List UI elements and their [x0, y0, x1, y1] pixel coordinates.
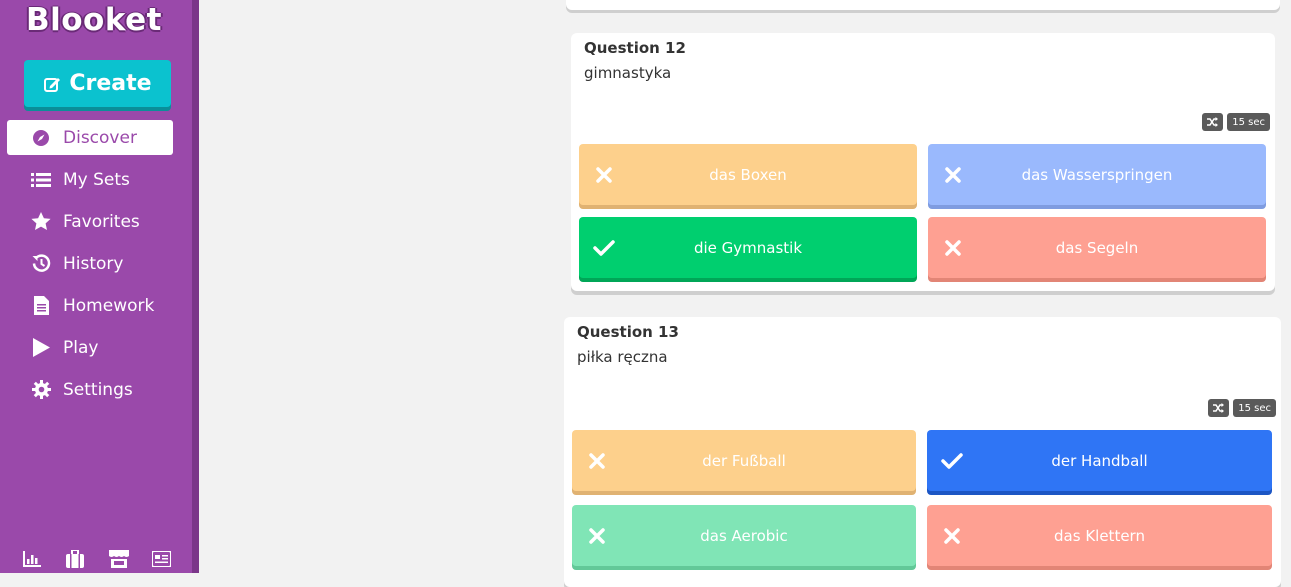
- sidebar-item-label: Settings: [63, 379, 133, 400]
- correct-check-icon: [593, 237, 615, 259]
- answer-option[interactable]: das Segeln: [928, 217, 1266, 278]
- sidebar-item-my-sets[interactable]: My Sets: [7, 162, 173, 197]
- stats-icon[interactable]: [22, 549, 42, 569]
- answer-option[interactable]: das Wasserspringen: [928, 144, 1266, 205]
- create-button-label: Create: [69, 71, 152, 96]
- correct-check-icon: [941, 450, 963, 472]
- answer-label: das Aerobic: [700, 526, 788, 545]
- star-icon: [31, 212, 51, 232]
- answer-label: der Fußball: [702, 451, 786, 470]
- incorrect-icon: [941, 525, 963, 547]
- incorrect-icon: [586, 450, 608, 472]
- answer-option[interactable]: der Fußball: [572, 430, 916, 491]
- previous-question-card: [566, 0, 1280, 10]
- blooket-logo[interactable]: Blooket: [26, 0, 162, 40]
- sidebar-item-favorites[interactable]: Favorites: [7, 204, 173, 239]
- sidebar-item-label: Play: [63, 337, 99, 358]
- answer-label: das Wasserspringen: [1021, 165, 1173, 184]
- sidebar-item-label: Homework: [63, 295, 155, 316]
- play-icon: [31, 338, 51, 358]
- sidebar-item-label: History: [63, 253, 124, 274]
- store-icon[interactable]: [108, 549, 129, 569]
- answer-label: das Boxen: [709, 165, 787, 184]
- sidebar-item-homework[interactable]: Homework: [7, 288, 173, 323]
- incorrect-icon: [586, 525, 608, 547]
- sidebar-item-discover[interactable]: Discover: [7, 120, 173, 155]
- answer-label: das Klettern: [1054, 526, 1145, 545]
- sidebar-item-history[interactable]: History: [7, 246, 173, 281]
- sidebar-item-label: My Sets: [63, 169, 130, 190]
- answer-option[interactable]: die Gymnastik: [579, 217, 917, 278]
- sidebar-item-settings[interactable]: Settings: [7, 372, 173, 407]
- answer-label: der Handball: [1051, 451, 1148, 470]
- shuffle-icon: [1202, 113, 1224, 131]
- question-card: Question 12 gimnastyka 15 sec das Boxen …: [571, 33, 1275, 291]
- sidebar-footer: [22, 548, 172, 570]
- create-button[interactable]: Create: [24, 60, 171, 107]
- question-text: piłka ręczna: [577, 348, 668, 366]
- question-badges: 15 sec: [1208, 399, 1276, 417]
- sidebar-item-play[interactable]: Play: [7, 330, 173, 365]
- news-icon[interactable]: [152, 549, 172, 569]
- question-text: gimnastyka: [584, 64, 672, 82]
- sidebar-item-label: Favorites: [63, 211, 140, 232]
- question-title: Question 13: [577, 323, 679, 341]
- gear-icon: [31, 380, 51, 400]
- time-badge: 15 sec: [1227, 113, 1270, 131]
- sidebar: Blooket Create Discover My Sets Favorite…: [0, 0, 199, 573]
- document-icon: [31, 296, 51, 316]
- sidebar-item-label: Discover: [63, 127, 137, 148]
- answer-label: die Gymnastik: [693, 238, 803, 257]
- question-title: Question 12: [584, 39, 686, 57]
- answer-option[interactable]: das Klettern: [927, 505, 1272, 566]
- answer-label: das Segeln: [1055, 238, 1139, 257]
- answer-option[interactable]: das Aerobic: [572, 505, 916, 566]
- question-badges: 15 sec: [1202, 113, 1270, 131]
- list-icon: [31, 170, 51, 190]
- edit-icon: [43, 75, 61, 93]
- incorrect-icon: [942, 237, 964, 259]
- compass-icon: [31, 128, 51, 148]
- incorrect-icon: [593, 164, 615, 186]
- shuffle-icon: [1208, 399, 1230, 417]
- history-icon: [31, 254, 51, 274]
- briefcase-icon[interactable]: [65, 549, 85, 569]
- answer-option[interactable]: der Handball: [927, 430, 1272, 491]
- time-badge: 15 sec: [1233, 399, 1276, 417]
- answer-option[interactable]: das Boxen: [579, 144, 917, 205]
- question-card: Question 13 piłka ręczna 15 sec der Fußb…: [564, 317, 1281, 587]
- incorrect-icon: [942, 164, 964, 186]
